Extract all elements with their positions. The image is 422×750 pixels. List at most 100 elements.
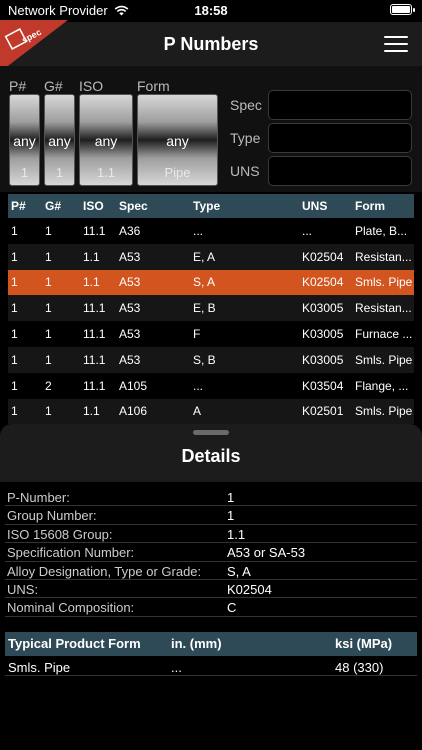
results-table: P# G# ISO Spec Type UNS Form 1 1 11.1 A36..… xyxy=(8,194,414,425)
product-form-body: Smls. Pipe... 48 (330) xyxy=(5,656,417,676)
details-title: Details xyxy=(181,446,241,466)
table-cell: S, B xyxy=(193,352,216,367)
detail-value: 1.1 xyxy=(227,526,246,542)
column-header[interactable]: UNS xyxy=(302,199,348,213)
table-row[interactable]: 1 1 11.1 A53 E, B K03005 Resistan... xyxy=(8,295,414,322)
table-cell: K03005 xyxy=(302,327,344,342)
table-cell: K02504 xyxy=(302,275,344,290)
form-picker[interactable]: any Pipe xyxy=(137,94,218,186)
table-cell: E, A xyxy=(193,249,216,264)
details-list: P-Number: 1 Group Number: 1 ISO 15608 Group:… xyxy=(5,488,417,617)
column-header[interactable]: ISO xyxy=(83,199,115,213)
table-cell: Furnace ... xyxy=(355,327,413,342)
p-number-picker[interactable]: any 1 xyxy=(9,94,40,186)
column-header: ksi (MPa) xyxy=(335,636,393,651)
table-row[interactable]: 1 1 11.1 A53 F K03005 Furnace ... xyxy=(8,321,414,347)
page-title: P Numbers xyxy=(163,34,259,54)
table-header: P# G# ISO Spec Type UNS Form xyxy=(8,194,414,218)
table-cell: A106 xyxy=(119,404,148,419)
detail-value: 1 xyxy=(227,490,235,505)
table-body: 1 1 11.1 A36...... Plate, B... 1 1 1.1 A53 E, A K0… xyxy=(8,218,414,425)
table-cell: 1 xyxy=(11,378,18,393)
table-cell: A53 xyxy=(119,249,141,264)
column-header[interactable]: G# xyxy=(45,199,79,213)
product-form-table: Typical Product Form in. (mm) ksi (MPa) … xyxy=(5,632,417,676)
table-cell: K03504 xyxy=(302,378,344,393)
table-cell: F xyxy=(193,327,201,342)
column-header: in. (mm) xyxy=(171,636,222,651)
picker-next: 1.1 xyxy=(96,165,116,180)
table-cell: Smls. Pipe xyxy=(355,275,413,290)
table-row[interactable]: 1 1 11.1 A53 S, B K03005 Smls. Pipe xyxy=(8,346,414,373)
table-cell: 2 xyxy=(45,378,52,393)
table-cell: A53 xyxy=(119,352,141,367)
type-input[interactable] xyxy=(268,123,412,153)
table-cell: 1 xyxy=(45,404,52,419)
table-cell: A xyxy=(193,404,202,419)
table-row[interactable]: 1 1 1.1 A53 E, A K02504 Resistan... xyxy=(8,243,414,270)
column-header[interactable]: P# xyxy=(11,199,41,213)
uns-label: UNS xyxy=(230,163,260,179)
table-cell: ... xyxy=(193,378,204,393)
product-form-header: Typical Product Form in. (mm) ksi (MPa) xyxy=(5,632,417,656)
picker-label-g: G# xyxy=(44,78,63,94)
table-cell: 1 xyxy=(45,249,52,264)
detail-key: Group Number: xyxy=(7,508,97,524)
detail-row: P-Number: 1 xyxy=(5,488,417,507)
table-row-selected[interactable]: 1 1 1.1 A53 S, A K02504 Smls. Pipe xyxy=(8,269,414,296)
table-cell: A36 xyxy=(119,223,141,238)
table-cell: K02504 xyxy=(302,249,344,264)
table-cell: 1 xyxy=(45,352,52,367)
table-cell: 11.1 xyxy=(83,301,106,316)
filter-panel: P# any 1 G# any 1 ISO any 1.1 Form any P… xyxy=(0,66,422,192)
table-row[interactable]: 1 1 1.1 A106 A K02501 Smls. Pipe xyxy=(8,398,414,425)
table-row[interactable]: 1 1 11.1 A36...... Plate, B... xyxy=(8,218,414,244)
column-header: Typical Product Form xyxy=(8,636,141,651)
picker-value: any xyxy=(13,133,36,149)
table-cell: K02501 xyxy=(302,404,344,419)
column-header[interactable]: Form xyxy=(355,199,414,213)
battery-icon xyxy=(390,4,415,15)
detail-key: P-Number: xyxy=(7,490,70,505)
spec-input[interactable] xyxy=(268,90,412,120)
detail-key: Specification Number: xyxy=(7,545,135,561)
table-cell: S, A xyxy=(193,275,216,290)
clock: 18:58 xyxy=(194,3,228,18)
table-row[interactable]: 1 2 11.1 A105... K03504 Flange, ... xyxy=(8,372,414,399)
detail-value: A53 or SA-53 xyxy=(227,545,306,561)
table-cell: 11.1 xyxy=(83,352,106,367)
iso-picker[interactable]: any 1.1 xyxy=(79,94,133,186)
table-cell: A53 xyxy=(119,275,141,290)
table-cell: A53 xyxy=(119,301,141,316)
detail-value: S, A xyxy=(227,563,251,579)
picker-label-iso: ISO xyxy=(79,78,104,94)
picker-value: any xyxy=(48,133,71,149)
table-cell: 1.1 xyxy=(83,249,100,264)
uns-input[interactable] xyxy=(268,156,412,186)
column-header[interactable]: Spec xyxy=(119,199,189,213)
drag-handle[interactable] xyxy=(193,430,229,435)
menu-icon[interactable] xyxy=(384,36,408,52)
table-cell: 1 xyxy=(11,301,18,316)
detail-value: K02504 xyxy=(227,581,272,597)
sheet-header[interactable]: Details xyxy=(0,424,422,482)
product-form-cell: 48 (330) xyxy=(335,660,384,675)
table-cell: ... xyxy=(193,223,204,238)
detail-key: Alloy Designation, Type or Grade: xyxy=(7,563,202,579)
table-cell: 11.1 xyxy=(83,223,106,238)
column-header[interactable]: Type xyxy=(193,199,293,213)
detail-value: 1 xyxy=(227,508,235,524)
table-cell: A105 xyxy=(119,378,148,393)
detail-key: ISO 15608 Group: xyxy=(7,526,113,542)
product-form-cell: ... xyxy=(171,660,182,675)
picker-next: 1 xyxy=(20,165,29,180)
table-cell: K03005 xyxy=(302,352,344,367)
picker-label-p: P# xyxy=(9,78,27,94)
table-cell: 1 xyxy=(45,275,52,290)
detail-row: UNS: K02504 xyxy=(5,580,417,599)
table-cell: Resistan... xyxy=(355,301,412,316)
table-cell: Resistan... xyxy=(355,249,412,264)
group-number-picker[interactable]: any 1 xyxy=(44,94,75,186)
table-cell: 1 xyxy=(11,223,18,238)
detail-row: ISO 15608 Group: 1.1 xyxy=(5,525,417,544)
